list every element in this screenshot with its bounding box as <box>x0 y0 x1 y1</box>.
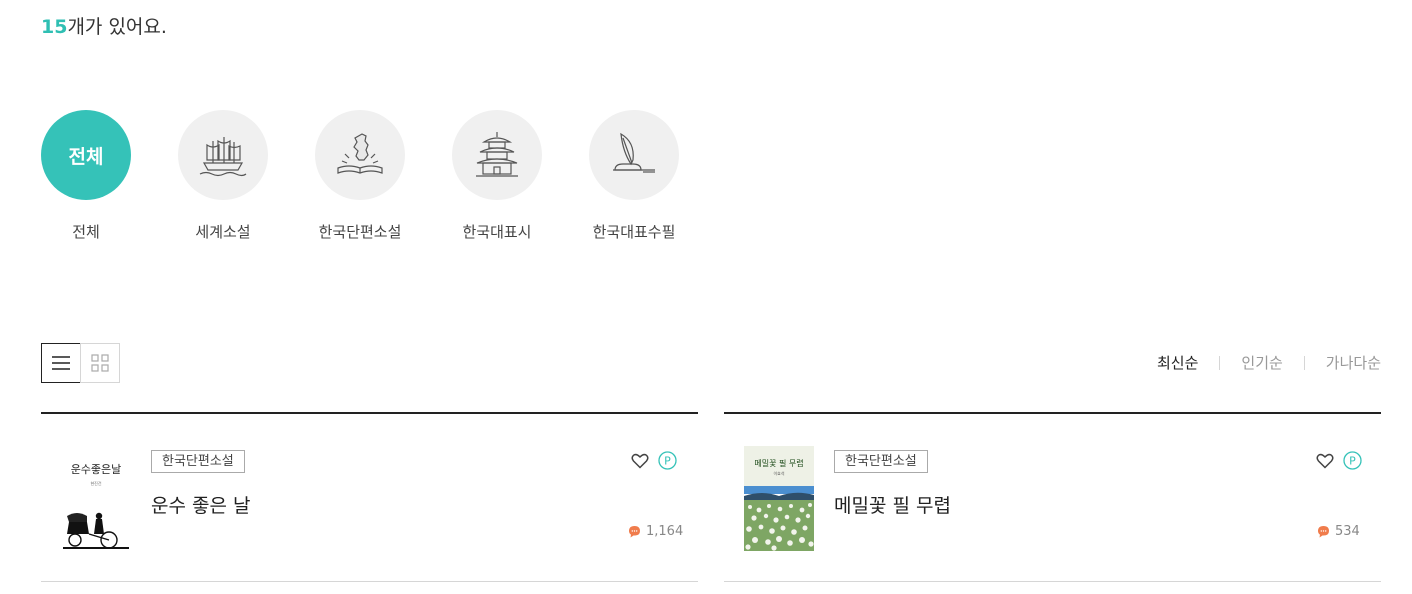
heart-icon <box>631 453 649 469</box>
pagoda-icon <box>476 132 518 177</box>
svg-text:P: P <box>664 455 671 468</box>
category-korean-essay-label: 한국대표수필 <box>592 223 676 241</box>
category-korean-poem-circle[interactable] <box>452 110 542 200</box>
category-all[interactable]: 전체 전체 <box>41 110 131 242</box>
comment-count-value: 534 <box>1335 524 1360 539</box>
sort-options: 최신순 인기순 가나다순 <box>1157 352 1381 373</box>
sort-divider <box>1219 355 1221 370</box>
korea-map-book-icon <box>337 133 383 174</box>
book-cover-art: 메밀꽃 필 무렵 이효석 <box>744 446 814 551</box>
category-korean-poem[interactable]: 한국대표시 <box>452 110 542 242</box>
book-title[interactable]: 메밀꽃 필 무렵 <box>834 491 951 518</box>
sort-alphabetical[interactable]: 가나다순 <box>1326 352 1381 373</box>
category-korean-essay[interactable]: 한국대표수필 <box>589 110 679 242</box>
comment-count: 1,164 <box>628 524 683 539</box>
comment-icon <box>629 526 640 538</box>
comment-count-value: 1,164 <box>646 524 684 539</box>
svg-text:P: P <box>1349 455 1356 468</box>
book-list: 운수좋은날 현진건 한국단편소설 운수 좋은 날 P 1,164 메밀꽃 필 무… <box>41 412 1381 582</box>
category-korean-short-novel[interactable]: 한국단편소설 <box>315 110 405 242</box>
book-cover-title: 운수좋은날 <box>71 463 122 476</box>
sort-divider <box>1303 355 1305 370</box>
favorite-button[interactable] <box>631 453 649 469</box>
grid-view-button[interactable] <box>80 343 120 383</box>
heart-icon <box>1316 453 1334 469</box>
category-korean-poem-label: 한국대표시 <box>462 223 532 241</box>
point-button[interactable]: P <box>1343 451 1362 470</box>
comment-icon <box>1318 526 1329 538</box>
point-icon: P <box>1343 451 1362 470</box>
category-world-novel[interactable]: 세계소설 <box>178 110 268 242</box>
result-count-number: 15 <box>41 16 68 38</box>
book-cover[interactable]: 메밀꽃 필 무렵 이효석 <box>744 446 814 551</box>
book-cover-author: 이효석 <box>773 470 784 476</box>
point-icon: P <box>658 451 677 470</box>
item-actions: P <box>1316 451 1362 470</box>
category-tag: 한국단편소설 <box>834 450 928 473</box>
category-world-novel-label: 세계소설 <box>195 223 251 241</box>
comment-count: 534 <box>1317 524 1360 539</box>
category-korean-essay-circle[interactable] <box>589 110 679 200</box>
result-count-suffix: 개가 있어요. <box>67 16 167 38</box>
book-cover-art: 운수좋은날 현진건 <box>61 446 131 551</box>
list-icon <box>52 356 70 370</box>
view-mode-toggle <box>41 343 120 383</box>
list-item[interactable]: 운수좋은날 현진건 한국단편소설 운수 좋은 날 P 1,164 <box>41 412 698 582</box>
item-actions: P <box>631 451 677 470</box>
list-view-button[interactable] <box>41 343 81 383</box>
category-filter: 전체 전체 세계소설 한국단편소설 한국대표시 한국대표수필 <box>41 110 726 242</box>
category-all-circle[interactable]: 전체 <box>41 110 131 200</box>
book-cover[interactable]: 운수좋은날 현진건 <box>61 446 131 551</box>
grid-icon <box>91 354 109 372</box>
category-all-label: 전체 <box>72 223 100 241</box>
book-cover-author: 현진건 <box>90 480 101 486</box>
list-item[interactable]: 메밀꽃 필 무렵 이효석 한국단편소설 메밀꽃 필 무렵 P 534 <box>724 412 1381 582</box>
category-world-novel-circle[interactable] <box>178 110 268 200</box>
category-korean-short-novel-label: 한국단편소설 <box>318 223 402 241</box>
book-title[interactable]: 운수 좋은 날 <box>151 491 250 518</box>
category-korean-short-novel-circle[interactable] <box>315 110 405 200</box>
category-tag: 한국단편소설 <box>151 450 245 473</box>
quill-inkpot-icon <box>613 132 655 173</box>
category-all-circle-text: 전체 <box>68 145 104 168</box>
sort-latest[interactable]: 최신순 <box>1157 352 1198 373</box>
favorite-button[interactable] <box>1316 453 1334 469</box>
sort-popular[interactable]: 인기순 <box>1241 352 1282 373</box>
sailing-ship-icon <box>199 137 247 177</box>
result-count: 15개가 있어요. <box>41 12 167 39</box>
book-cover-title: 메밀꽃 필 무렵 <box>754 458 803 468</box>
point-button[interactable]: P <box>658 451 677 470</box>
